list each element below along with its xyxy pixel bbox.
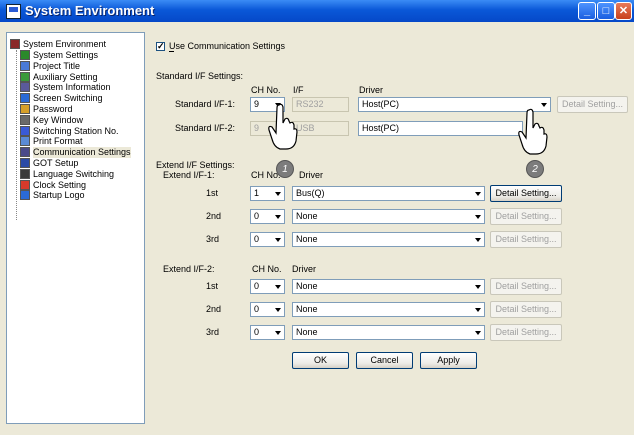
standard-if1-label: Standard I/F-1: <box>175 99 236 109</box>
extend2-row-label: 2nd <box>206 304 222 314</box>
extend1-driver-select[interactable]: Bus(Q) <box>292 186 485 201</box>
use-communication-label: Use Communication Settings <box>169 41 286 51</box>
standard-if-header: I/F <box>293 85 304 95</box>
password-icon <box>20 104 30 114</box>
chevron-down-icon <box>272 188 283 199</box>
extend1-detail-button[interactable]: Detail Setting... <box>490 208 562 225</box>
extend1-row-label: 2nd <box>206 211 222 221</box>
cancel-button[interactable]: Cancel <box>356 352 413 369</box>
extend1-label: Extend I/F-1: <box>163 170 215 180</box>
standard-driver-header: Driver <box>359 85 383 95</box>
callout-badge-2: 2 <box>526 160 544 178</box>
title-icon <box>20 60 30 71</box>
title-bar[interactable]: System Environment _ □ ✕ <box>0 0 634 22</box>
standard-if1-detail-button[interactable]: Detail Setting... <box>557 96 628 113</box>
standard-if2-driver-field[interactable]: Host(PC) <box>358 121 523 136</box>
pointer-hand-icon <box>268 103 298 150</box>
extend2-ch-select[interactable]: 0 <box>250 325 285 340</box>
standard-section-label: Standard I/F Settings: <box>156 71 244 81</box>
close-icon: ✕ <box>618 5 629 17</box>
extend1-ch-select[interactable]: 1 <box>250 186 285 201</box>
extend2-driver-select[interactable]: None <box>292 302 485 317</box>
chevron-down-icon <box>272 327 283 338</box>
extend1-ch-select[interactable]: 0 <box>250 232 285 247</box>
extend1-driver-header: Driver <box>299 170 323 180</box>
extend1-row-label: 3rd <box>206 234 220 244</box>
callout-badge-1: 1 <box>276 160 294 178</box>
logo-icon <box>20 190 30 201</box>
info-icon <box>20 82 30 93</box>
standard-if2-label: Standard I/F-2: <box>175 123 236 133</box>
chevron-down-icon <box>272 304 283 315</box>
maximize-icon: □ <box>602 5 610 17</box>
chevron-down-icon <box>472 281 483 292</box>
chevron-down-icon <box>472 188 483 199</box>
extend2-detail-button[interactable]: Detail Setting... <box>490 278 562 295</box>
chevron-down-icon <box>472 211 483 222</box>
accel-underline <box>169 51 174 52</box>
standard-ch-header: CH No. <box>251 85 281 95</box>
language-icon <box>20 168 30 179</box>
check-mark-icon: ✓ <box>157 41 165 51</box>
tree-line <box>16 50 17 220</box>
station-icon <box>20 125 30 136</box>
chevron-down-icon <box>272 234 283 245</box>
extend1-detail-button[interactable]: Detail Setting... <box>490 185 562 202</box>
extend2-detail-button[interactable]: Detail Setting... <box>490 324 562 341</box>
extend1-detail-button[interactable]: Detail Setting... <box>490 231 562 248</box>
minimize-icon: _ <box>583 5 591 17</box>
app-icon <box>6 4 21 19</box>
screen-icon <box>20 93 30 104</box>
minimize-button[interactable]: _ <box>578 2 596 20</box>
window-title: System Environment <box>25 3 155 18</box>
extend1-driver-select[interactable]: None <box>292 209 485 224</box>
extend1-ch-select[interactable]: 0 <box>250 209 285 224</box>
ok-button[interactable]: OK <box>292 352 349 369</box>
auxiliary-icon <box>20 71 30 82</box>
standard-if2-if-field: USB <box>292 121 349 136</box>
extend2-ch-header: CH No. <box>252 264 282 274</box>
chevron-down-icon <box>272 211 283 222</box>
system-environment-icon <box>10 39 20 49</box>
extend2-label: Extend I/F-2: <box>163 264 215 274</box>
extend2-ch-select[interactable]: 0 <box>250 279 285 294</box>
extend2-driver-select[interactable]: None <box>292 325 485 340</box>
key-window-icon <box>20 114 30 125</box>
standard-if1-if-field: RS232 <box>292 97 349 112</box>
extend2-driver-select[interactable]: None <box>292 279 485 294</box>
chevron-down-icon <box>472 234 483 245</box>
use-communication-checkbox[interactable]: ✓ <box>156 41 165 51</box>
extend2-driver-header: Driver <box>292 264 316 274</box>
extend1-row-label: 1st <box>206 188 219 198</box>
settings-tree[interactable]: System Environment System Settings Projec… <box>6 32 145 424</box>
extend2-row-label: 1st <box>206 281 219 291</box>
settings-icon <box>20 50 30 60</box>
close-button[interactable]: ✕ <box>615 2 632 20</box>
chevron-down-icon <box>472 327 483 338</box>
system-environment-window: System Environment _ □ ✕ System Environm… <box>0 0 634 435</box>
got-icon <box>20 158 30 168</box>
pointer-hand-icon <box>518 108 548 155</box>
extend2-detail-button[interactable]: Detail Setting... <box>490 301 562 318</box>
extend1-driver-select[interactable]: None <box>292 232 485 247</box>
extend2-ch-select[interactable]: 0 <box>250 302 285 317</box>
apply-button[interactable]: Apply <box>420 352 477 369</box>
chevron-down-icon <box>472 304 483 315</box>
print-icon <box>20 136 30 147</box>
maximize-button[interactable]: □ <box>597 2 615 20</box>
chevron-down-icon <box>272 281 283 292</box>
clock-icon <box>20 179 30 190</box>
communication-icon <box>20 147 30 158</box>
extend2-row-label: 3rd <box>206 327 220 337</box>
